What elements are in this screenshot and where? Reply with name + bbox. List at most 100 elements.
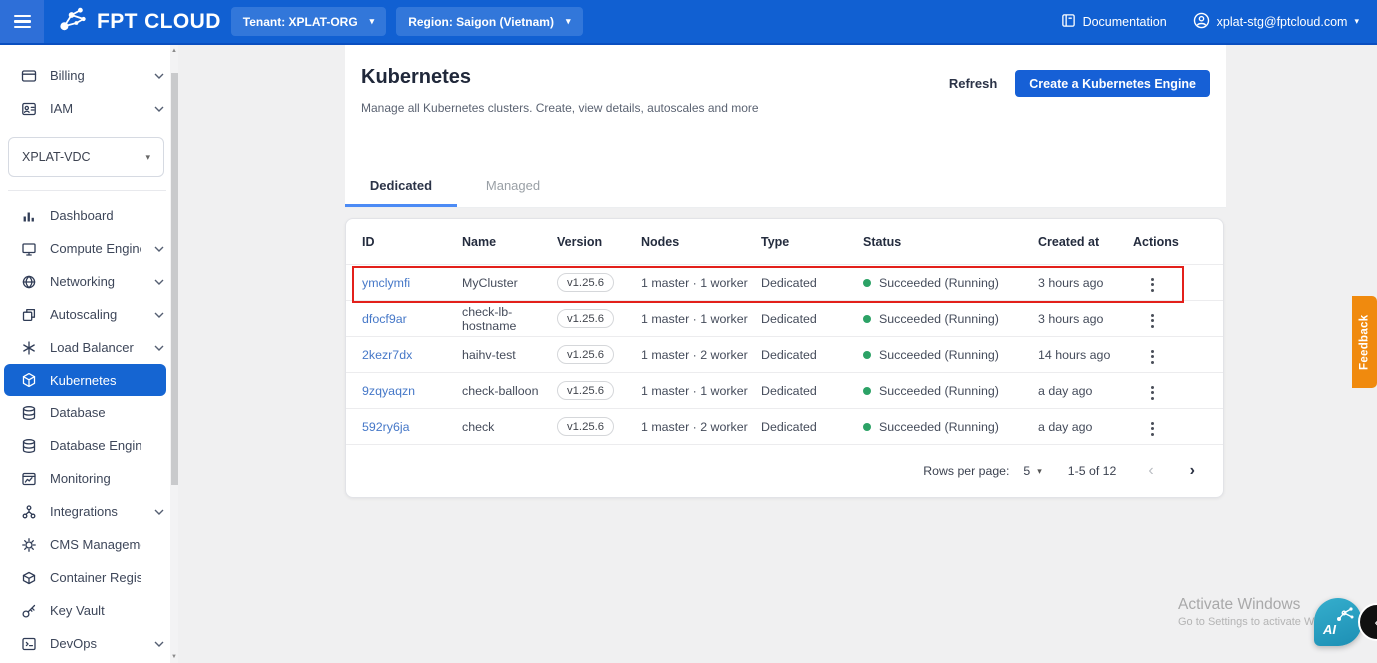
sidebar-item-dashboard[interactable]: Dashboard xyxy=(0,199,178,232)
database-icon xyxy=(20,404,37,421)
cluster-type: Dedicated xyxy=(761,347,817,362)
row-actions-button[interactable] xyxy=(1141,274,1164,296)
cms-management-icon xyxy=(20,536,37,553)
devops-icon xyxy=(20,635,37,652)
tab-dedicated[interactable]: Dedicated xyxy=(345,165,457,207)
fpt-cloud-logo: FPT CLOUD xyxy=(58,5,221,38)
previous-page-button[interactable]: ‹ xyxy=(1148,462,1153,480)
chevron-down-icon xyxy=(154,641,164,647)
kubernetes-icon xyxy=(20,372,37,389)
table-row: dfocf9ar check-lb-hostname v1.25.6 1 mas… xyxy=(346,301,1223,337)
cluster-nodes: 1 master · 1 worker xyxy=(641,383,748,398)
compute-engine-icon xyxy=(20,240,37,257)
sidebar-item-integrations[interactable]: Integrations xyxy=(0,495,178,528)
user-menu[interactable]: xplat-stg@fptcloud.com ▾ xyxy=(1193,12,1359,32)
sidebar-item-load-balancer[interactable]: Load Balancer xyxy=(0,331,178,364)
cluster-type: Dedicated xyxy=(761,275,817,290)
cluster-status: Succeeded (Running) xyxy=(863,420,1038,434)
sidebar-item-compute-engine[interactable]: Compute Engine xyxy=(0,232,178,265)
iam-icon xyxy=(20,100,37,117)
cluster-name: haihv-test xyxy=(462,347,516,362)
load-balancer-icon xyxy=(20,339,37,356)
sidebar-item-cms-management[interactable]: CMS Management xyxy=(0,528,178,561)
key-vault-icon xyxy=(20,602,37,619)
create-kubernetes-engine-button[interactable]: Create a Kubernetes Engine xyxy=(1015,70,1210,97)
vdc-selector[interactable]: XPLAT-VDC ▾ xyxy=(8,137,164,177)
dashboard-icon xyxy=(20,207,37,224)
status-dot-icon xyxy=(863,422,871,431)
table-row: ymclymfi MyCluster v1.25.6 1 master · 1 … xyxy=(346,265,1223,301)
sidebar-item-database-engine[interactable]: Database Engine xyxy=(0,429,178,462)
page-subtitle: Manage all Kubernetes clusters. Create, … xyxy=(361,101,759,115)
refresh-button[interactable]: Refresh xyxy=(949,76,997,91)
cluster-nodes: 1 master · 1 worker xyxy=(641,275,748,290)
ai-assistant-bubble[interactable]: AI xyxy=(1314,598,1362,646)
cluster-id-link[interactable]: 2kezr7dx xyxy=(362,348,412,362)
cluster-created-at: 3 hours ago xyxy=(1038,311,1104,326)
column-header-nodes: Nodes xyxy=(641,234,680,249)
logo-text: FPT CLOUD xyxy=(97,9,221,33)
version-badge: v1.25.6 xyxy=(557,417,615,436)
integrations-icon xyxy=(20,503,37,520)
rows-per-page-label: Rows per page: xyxy=(923,464,1010,478)
cluster-nodes: 1 master · 2 worker xyxy=(641,347,748,362)
row-actions-button[interactable] xyxy=(1141,310,1164,332)
status-dot-icon xyxy=(863,350,871,359)
cluster-created-at: a day ago xyxy=(1038,383,1093,398)
region-selector[interactable]: Region: Saigon (Vietnam) ▾ xyxy=(396,7,583,36)
column-header-status: Status xyxy=(863,234,902,249)
menu-button[interactable] xyxy=(0,0,44,43)
cluster-name: check-lb-hostname xyxy=(462,304,517,333)
topbar: FPT CLOUD Tenant: XPLAT-ORG ▾ Region: Sai… xyxy=(0,0,1377,45)
chevron-down-icon: ▾ xyxy=(145,151,150,162)
page-header: Kubernetes Manage all Kubernetes cluster… xyxy=(345,45,1226,208)
version-badge: v1.25.6 xyxy=(557,273,615,292)
cluster-type: Dedicated xyxy=(761,383,817,398)
column-header-name: Name xyxy=(462,234,497,249)
sidebar-item-autoscaling[interactable]: Autoscaling xyxy=(0,298,178,331)
documentation-link[interactable]: Documentation xyxy=(1061,13,1167,31)
next-page-button[interactable]: › xyxy=(1190,462,1195,480)
chevron-down-icon: ▾ xyxy=(565,16,571,26)
sidebar-scrollbar[interactable]: ▲ ▼ xyxy=(170,45,178,663)
sidebar-item-kubernetes[interactable]: Kubernetes xyxy=(4,364,166,396)
cluster-status: Succeeded (Running) xyxy=(863,348,1038,362)
feedback-tab[interactable]: Feedback xyxy=(1352,296,1377,388)
sidebar-item-networking[interactable]: Networking xyxy=(0,265,178,298)
column-header-created-at: Created at xyxy=(1038,234,1100,249)
chevron-down-icon: ▾ xyxy=(369,16,375,26)
table-header-row: ID Name Version Nodes Type Status Created at Ac… xyxy=(346,219,1223,265)
sidebar-item-iam[interactable]: IAM xyxy=(0,92,178,125)
cluster-id-link[interactable]: 592ry6ja xyxy=(362,420,410,434)
row-actions-button[interactable] xyxy=(1141,418,1164,440)
row-actions-button[interactable] xyxy=(1141,346,1164,368)
cluster-id-link[interactable]: ymclymfi xyxy=(362,276,410,290)
tenant-selector[interactable]: Tenant: XPLAT-ORG ▾ xyxy=(230,7,387,36)
row-actions-button[interactable] xyxy=(1141,382,1164,404)
chevron-down-icon: ▾ xyxy=(1354,16,1359,26)
sidebar-item-monitoring[interactable]: Monitoring xyxy=(0,462,178,495)
scroll-down-arrow-icon[interactable]: ▼ xyxy=(170,652,178,662)
billing-icon xyxy=(20,67,37,84)
sidebar-item-billing[interactable]: Billing xyxy=(0,59,178,92)
cluster-type: Dedicated xyxy=(761,311,817,326)
rows-per-page-select[interactable]: 5 ▾ xyxy=(1023,464,1041,478)
sidebar-item-container-registry[interactable]: Container Registry xyxy=(0,561,178,594)
chevron-down-icon xyxy=(154,73,164,79)
clusters-table-card: ID Name Version Nodes Type Status Created at Ac… xyxy=(345,218,1224,498)
container-registry-icon xyxy=(20,569,37,586)
chevron-down-icon xyxy=(154,246,164,252)
table-row: 2kezr7dx haihv-test v1.25.6 1 master · 2… xyxy=(346,337,1223,373)
molecule-logo-icon xyxy=(58,5,90,38)
chevron-down-icon xyxy=(154,312,164,318)
sidebar-item-key-vault[interactable]: Key Vault xyxy=(0,594,178,627)
scroll-up-arrow-icon[interactable]: ▲ xyxy=(170,46,178,56)
cluster-id-link[interactable]: dfocf9ar xyxy=(362,312,407,326)
tab-managed[interactable]: Managed xyxy=(457,165,569,207)
scrollbar-thumb[interactable] xyxy=(170,73,178,485)
sidebar-item-database[interactable]: Database xyxy=(0,396,178,429)
cluster-created-at: 3 hours ago xyxy=(1038,275,1104,290)
cluster-status: Succeeded (Running) xyxy=(863,384,1038,398)
cluster-id-link[interactable]: 9zqyaqzn xyxy=(362,384,415,398)
sidebar-item-devops[interactable]: DevOps xyxy=(0,627,178,660)
